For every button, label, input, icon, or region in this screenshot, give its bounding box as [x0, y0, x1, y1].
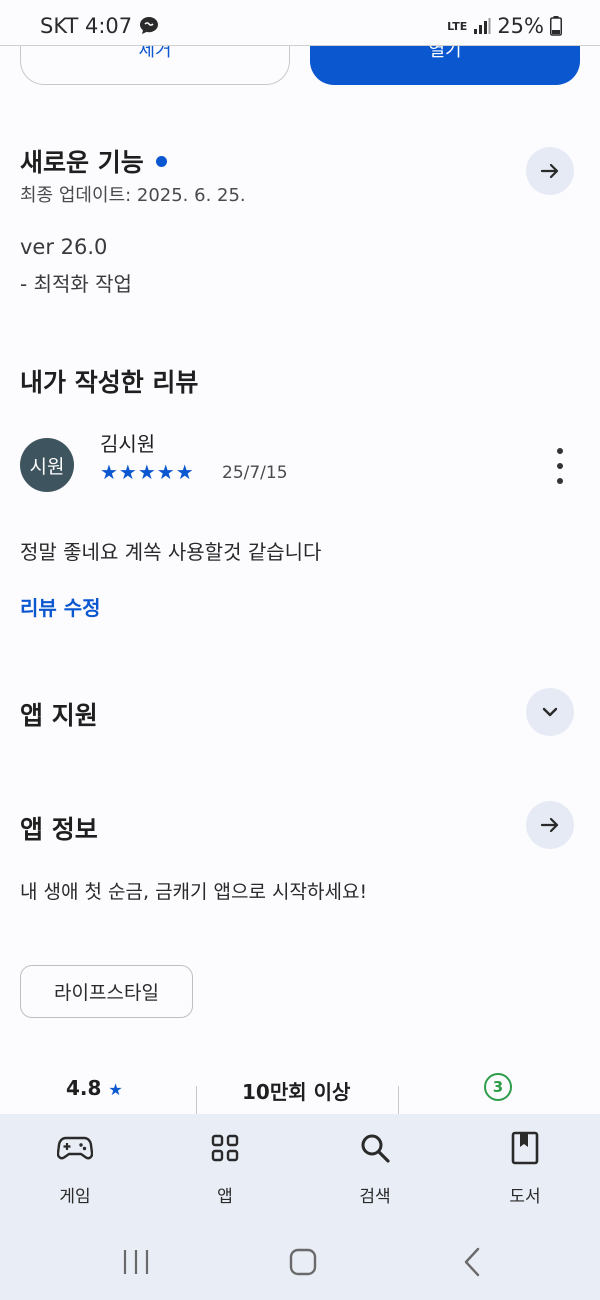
apps-grid-icon — [211, 1134, 239, 1162]
release-notes: - 최적화 작업 — [20, 272, 132, 296]
category-chip[interactable]: 라이프스타일 — [20, 965, 193, 1018]
app-support-expand-button[interactable] — [526, 688, 574, 736]
recents-icon[interactable] — [122, 1248, 150, 1276]
rating-value: 4.8 — [66, 1076, 102, 1100]
rating-stat: 4.8 ★ — [66, 1076, 123, 1100]
battery-icon — [550, 16, 562, 36]
more-options-icon[interactable] — [552, 448, 568, 484]
downloads-stat: 10만회 이상 — [242, 1080, 351, 1104]
review-date: 25/7/15 — [222, 463, 288, 483]
nav-item-search[interactable]: 검색 — [300, 1114, 450, 1234]
reviewer-name: 김시원 — [100, 432, 156, 456]
my-review-title: 내가 작성한 리뷰 — [20, 368, 199, 397]
nav-item-apps[interactable]: 앱 — [150, 1114, 300, 1234]
bottom-navigation: 게임 앱 검색 도서 — [0, 1114, 600, 1234]
app-description: 내 생애 첫 순금, 금캐기 앱으로 시작하세요! — [20, 881, 368, 903]
arrow-right-icon — [540, 163, 559, 179]
nav-item-games[interactable]: 게임 — [0, 1114, 150, 1234]
version-text: ver 26.0 — [20, 235, 108, 259]
new-indicator-dot — [155, 155, 167, 167]
open-button[interactable]: 열기 — [310, 40, 580, 85]
whats-new-title-text: 새로운 기능 — [20, 148, 144, 177]
battery-percent: 25% — [497, 14, 544, 38]
review-text: 정말 좋네요 계쏙 사용할것 같습니다 — [20, 540, 322, 564]
back-icon[interactable] — [462, 1247, 482, 1277]
nav-label-apps: 앱 — [217, 1187, 233, 1207]
star-icon: ★ — [108, 1080, 123, 1099]
chat-bubble-icon — [140, 17, 159, 34]
nav-label-games: 게임 — [59, 1187, 91, 1207]
rating-stars: ★★★★★ — [100, 460, 195, 484]
book-icon — [511, 1131, 539, 1165]
app-info-title: 앱 정보 — [20, 815, 98, 844]
remove-button[interactable]: 제거 — [20, 40, 290, 85]
status-left: SKT 4:07 — [40, 14, 160, 38]
nav-label-search: 검색 — [359, 1187, 391, 1207]
last-updated: 최종 업데이트: 2025. 6. 25. — [20, 185, 246, 206]
stat-divider — [196, 1086, 197, 1114]
status-bar: SKT 4:07 LTE 25% — [0, 0, 600, 46]
carrier-time: SKT 4:07 — [40, 14, 133, 38]
whats-new-title: 새로운 기능 — [20, 143, 167, 179]
arrow-right-icon — [540, 817, 559, 833]
search-icon — [361, 1134, 390, 1163]
signal-icon — [474, 18, 491, 34]
status-divider — [0, 45, 600, 46]
gamepad-icon — [57, 1136, 93, 1160]
status-right: LTE 25% — [447, 14, 562, 38]
avatar: 시원 — [20, 438, 74, 492]
age-rating-badge: 3 — [484, 1073, 512, 1101]
edit-review-link[interactable]: 리뷰 수정 — [20, 592, 101, 621]
nav-label-books: 도서 — [509, 1187, 541, 1207]
stat-divider — [398, 1086, 399, 1114]
app-support-title: 앱 지원 — [20, 701, 98, 730]
network-label: LTE — [447, 19, 468, 33]
whats-new-arrow-button[interactable] — [526, 147, 574, 195]
home-icon[interactable] — [288, 1247, 318, 1277]
chevron-down-icon — [542, 707, 558, 717]
nav-item-books[interactable]: 도서 — [450, 1114, 600, 1234]
app-info-arrow-button[interactable] — [526, 801, 574, 849]
system-navigation-bar — [0, 1234, 600, 1300]
